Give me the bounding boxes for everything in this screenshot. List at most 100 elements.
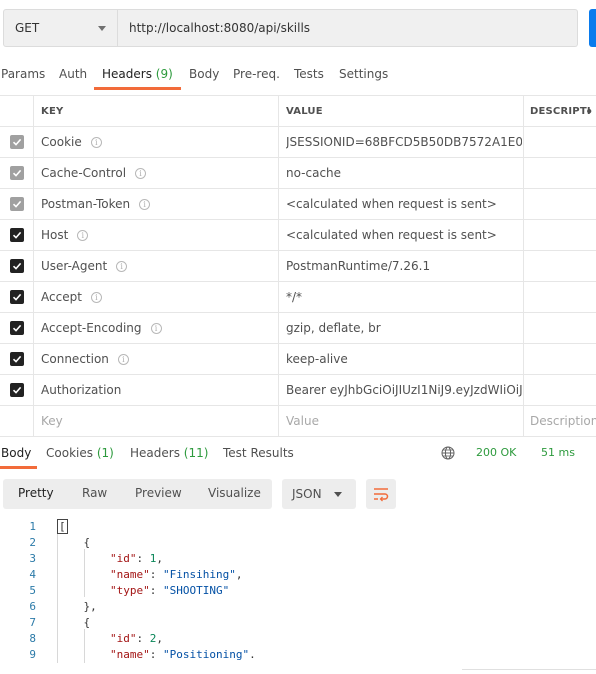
header-value: */* (286, 290, 303, 304)
header-checkbox[interactable] (9, 383, 24, 397)
new-key-input[interactable]: Key (34, 406, 279, 436)
header-key-cell[interactable]: Postman-Token i (34, 189, 279, 219)
globe-icon[interactable] (441, 446, 455, 460)
header-value-cell[interactable]: <calculated when request is sent> (279, 189, 524, 219)
active-tab-indicator (94, 87, 181, 90)
line-number: 8 (29, 632, 36, 645)
divider (462, 669, 596, 670)
tab-response-body[interactable]: Body (1, 446, 31, 460)
wrap-lines-button[interactable] (366, 479, 396, 509)
header-key: Accept (41, 290, 82, 304)
response-active-tab-indicator (0, 466, 37, 469)
header-value-cell[interactable]: <calculated when request is sent> (279, 220, 524, 250)
header-description-cell[interactable] (524, 127, 596, 157)
info-icon[interactable]: i (135, 167, 147, 179)
view-visualize-button[interactable]: Visualize (208, 486, 261, 500)
view-preview-button[interactable]: Preview (135, 486, 182, 500)
header-checkbox[interactable] (9, 321, 24, 335)
row-check-cell (0, 158, 34, 188)
header-value-cell[interactable]: keep-alive (279, 344, 524, 374)
header-key-cell[interactable]: Cookie i (34, 127, 279, 157)
header-value-cell[interactable]: gzip, deflate, br (279, 313, 524, 343)
line-number: 2 (29, 536, 36, 549)
header-key-cell[interactable]: Accept i (34, 282, 279, 312)
row-check-cell (0, 282, 34, 312)
code-line: 8 "id": 2, (0, 631, 596, 647)
header-checkbox (9, 166, 24, 180)
header-description-cell[interactable] (524, 313, 596, 343)
code-lines: 1[2 {3 "id": 1, 4 "name": "Finsihing", 5 "… (0, 519, 596, 663)
headers-table: KEY VALUE DESCRIPTI • Cookie i JSESSIONID=… (0, 95, 596, 437)
response-status[interactable]: 200 OK (476, 446, 516, 459)
info-icon[interactable]: i (116, 260, 128, 272)
header-key-cell[interactable]: User-Agent i (34, 251, 279, 281)
header-key-cell[interactable]: Connection i (34, 344, 279, 374)
tab-test-results[interactable]: Test Results (223, 446, 294, 460)
header-key: Postman-Token (41, 197, 131, 211)
header-key: Cache-Control (41, 166, 127, 180)
row-check-cell (0, 127, 34, 157)
header-checkbox[interactable] (9, 290, 24, 304)
header-description-cell[interactable] (524, 282, 596, 312)
header-description-cell[interactable] (524, 189, 596, 219)
code-line: 3 "id": 1, (0, 551, 596, 567)
info-icon[interactable]: i (90, 136, 102, 148)
method-select[interactable]: GET (3, 9, 118, 47)
tab-prereq[interactable]: Pre-req. (233, 67, 280, 81)
tab-response-headers[interactable]: Headers (11) (130, 446, 208, 460)
header-description-cell[interactable] (524, 158, 596, 188)
format-select[interactable]: JSON (282, 479, 356, 509)
tab-body[interactable]: Body (189, 67, 219, 81)
table-row: Host i <calculated when request is sent> (0, 220, 596, 251)
response-time[interactable]: 51 ms (541, 446, 575, 459)
header-key-cell[interactable]: Host i (34, 220, 279, 250)
send-button[interactable] (589, 9, 596, 47)
tab-headers[interactable]: Headers (9) (102, 67, 173, 81)
header-checkbox[interactable] (9, 259, 24, 273)
header-key-cell[interactable]: Cache-Control i (34, 158, 279, 188)
header-rows: Cookie i JSESSIONID=68BFCD5B50DB7572A1E042… (0, 127, 596, 406)
tab-resp-headers-count: (11) (183, 446, 209, 460)
header-description-cell[interactable] (524, 251, 596, 281)
header-checkbox[interactable] (9, 228, 24, 242)
json-key: "name" (109, 648, 150, 661)
info-icon[interactable]: i (150, 322, 162, 334)
info-icon[interactable]: i (90, 291, 102, 303)
info-icon[interactable]: i (77, 229, 89, 241)
url-input[interactable]: http://localhost:8080/api/skills (118, 9, 578, 47)
table-row: User-Agent i PostmanRuntime/7.26.1 (0, 251, 596, 282)
header-description-cell[interactable] (524, 375, 596, 405)
header-value-cell[interactable]: JSESSIONID=68BFCD5B50DB7572A1E042 (279, 127, 524, 157)
request-bar: GET http://localhost:8080/api/skills (3, 9, 578, 47)
header-description-cell[interactable] (524, 220, 596, 250)
header-value-cell[interactable]: no-cache (279, 158, 524, 188)
code-line: 5 "type": "SHOOTING" (0, 583, 596, 599)
info-icon[interactable]: i (117, 353, 129, 365)
header-value-cell[interactable]: Bearer eyJhbGciOiJIUzI1NiJ9.eyJzdWIiOiJ … (279, 375, 524, 405)
more-options-icon[interactable]: • (585, 105, 593, 119)
new-description-placeholder: Description (530, 414, 596, 428)
table-row: Authorization Bearer eyJhbGciOiJIUzI1NiJ9… (0, 375, 596, 406)
new-description-input[interactable]: Description (524, 406, 596, 436)
json-value: 2 (149, 632, 157, 645)
tab-params[interactable]: Params (1, 67, 45, 81)
response-body-viewer[interactable]: 1[2 {3 "id": 1, 4 "name": "Finsihing", 5 "… (0, 519, 596, 663)
table-row: Connection i keep-alive (0, 344, 596, 375)
header-value: <calculated when request is sent> (286, 228, 497, 242)
header-description-cell[interactable] (524, 344, 596, 374)
view-raw-button[interactable]: Raw (82, 486, 107, 500)
header-key-cell[interactable]: Authorization (34, 375, 279, 405)
header-key: User-Agent (41, 259, 108, 273)
info-icon[interactable]: i (139, 198, 151, 210)
header-key-cell[interactable]: Accept-Encoding i (34, 313, 279, 343)
header-checkbox[interactable] (9, 352, 24, 366)
tab-tests[interactable]: Tests (294, 67, 324, 81)
tab-response-cookies[interactable]: Cookies (1) (46, 446, 114, 460)
new-value-input[interactable]: Value (279, 406, 524, 436)
tab-settings[interactable]: Settings (339, 67, 388, 81)
header-value-cell[interactable]: */* (279, 282, 524, 312)
view-pretty-button[interactable]: Pretty (18, 486, 54, 500)
tab-auth[interactable]: Auth (59, 67, 87, 81)
header-value: <calculated when request is sent> (286, 197, 497, 211)
header-value-cell[interactable]: PostmanRuntime/7.26.1 (279, 251, 524, 281)
